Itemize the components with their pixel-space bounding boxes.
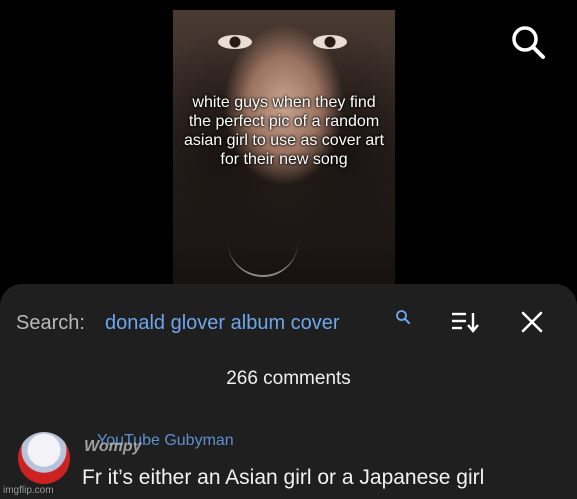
comment-text: Fr it’s either an Asian girl or a Japane… [82, 466, 485, 489]
imgflip-watermark: imgflip.com [3, 485, 54, 496]
avatar[interactable] [18, 432, 70, 484]
necklace [228, 235, 298, 277]
search-icon[interactable] [395, 309, 411, 325]
close-icon[interactable] [520, 310, 544, 334]
comment-count: 266 comments [226, 368, 351, 389]
left-eye [218, 35, 252, 49]
search-label: Search: [16, 312, 85, 334]
sort-icon[interactable] [451, 310, 479, 334]
comments-sheet: Search: donald glover album cover 266 co… [0, 284, 577, 499]
video-thumbnail[interactable]: white guys when they find the perfect pi… [173, 10, 395, 288]
right-eye [313, 35, 347, 49]
video-caption: white guys when they find the perfect pi… [183, 94, 385, 168]
search-icon[interactable] [510, 24, 546, 60]
search-term-link[interactable]: donald glover album cover [105, 312, 340, 335]
overlay-text: Wompy [84, 438, 142, 455]
